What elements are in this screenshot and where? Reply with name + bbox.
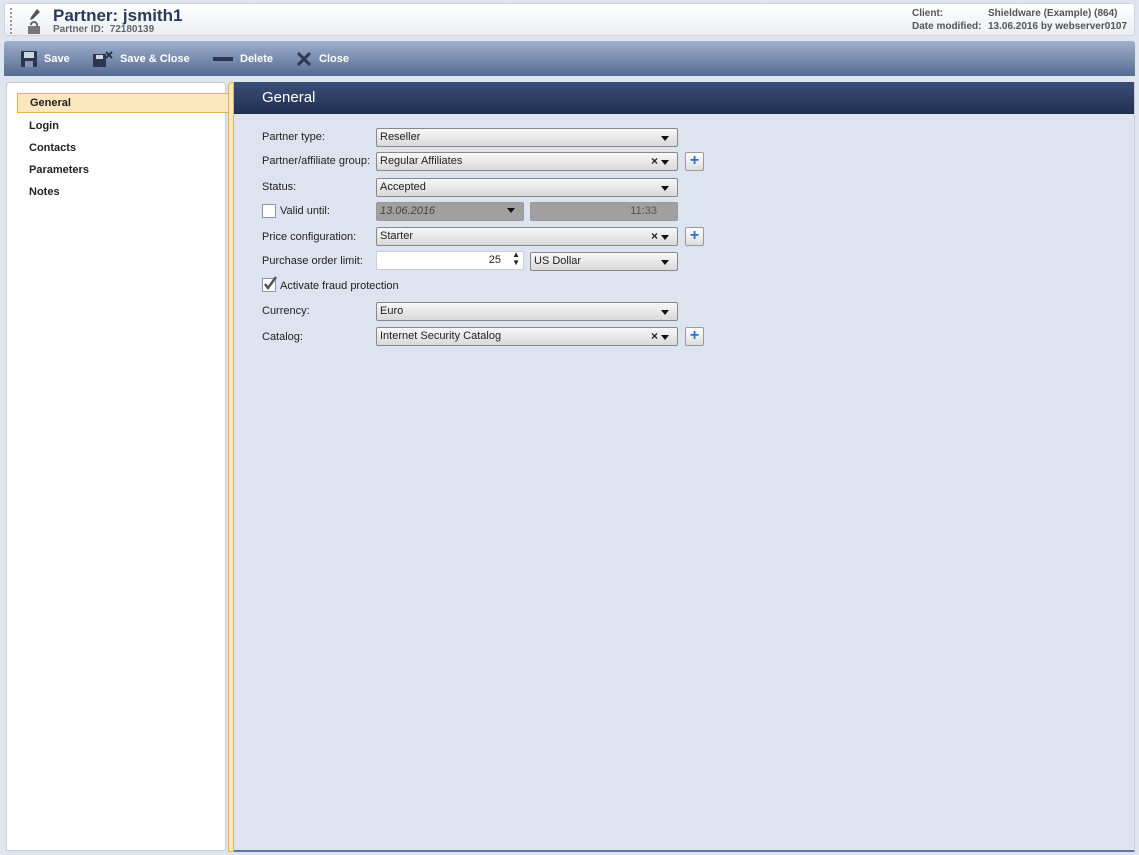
valid-until-label: Valid until: <box>280 205 330 217</box>
valid-until-date[interactable]: 13.06.2016 <box>376 202 524 221</box>
modified-label: Date modified: <box>912 21 982 32</box>
sidebar-item-parameters[interactable]: Parameters <box>17 160 231 180</box>
save-label: Save <box>44 52 70 65</box>
save-icon <box>21 50 37 67</box>
price-config-label: Price configuration: <box>262 231 357 243</box>
close-label: Close <box>319 52 349 65</box>
sidebar-item-notes[interactable]: Notes <box>17 182 231 202</box>
save-close-icon <box>93 50 113 67</box>
save-button[interactable]: Save <box>21 41 70 76</box>
main-panel: General Partner type: Reseller Partner/a… <box>234 82 1135 852</box>
spinner-icon[interactable]: ▲ ▼ <box>512 251 520 267</box>
catalog-select[interactable]: Internet Security Catalog × <box>376 327 678 346</box>
save-close-button[interactable]: Save & Close <box>93 41 190 76</box>
sidebar-item-login[interactable]: Login <box>17 116 231 136</box>
currency-label: Currency: <box>262 305 310 317</box>
partner-type-select[interactable]: Reseller <box>376 128 678 147</box>
add-group-button[interactable]: + <box>685 152 704 171</box>
fraud-protection-checkbox[interactable] <box>262 276 277 292</box>
add-price-config-button[interactable]: + <box>685 227 704 246</box>
modified-value: 13.06.2016 by webserver0107 <box>988 21 1127 32</box>
chevron-down-icon <box>661 335 669 340</box>
chevron-down-icon <box>507 208 515 213</box>
delete-button[interactable]: Delete <box>213 41 273 76</box>
po-limit-input[interactable]: 25 ▲ ▼ <box>376 251 524 270</box>
catalog-label: Catalog: <box>262 331 303 343</box>
chevron-down-icon <box>661 160 669 165</box>
toolbar: Save Save & Close Delete Close <box>4 41 1135 76</box>
status-label: Status: <box>262 181 297 193</box>
clear-icon[interactable]: × <box>651 229 658 243</box>
partner-type-label: Partner type: <box>262 131 325 143</box>
group-label: Partner/affiliate group: <box>262 155 371 167</box>
valid-until-checkbox[interactable] <box>262 204 276 218</box>
close-button[interactable]: Close <box>296 41 349 76</box>
fraud-protection-label: Activate fraud protection <box>280 280 399 292</box>
chevron-down-icon <box>661 136 669 141</box>
save-close-label: Save & Close <box>120 52 190 65</box>
section-title: General <box>234 82 1134 114</box>
chevron-down-icon <box>661 310 669 315</box>
valid-until-date-value: 13.06.2016 <box>380 205 436 217</box>
partner-id-label: Partner ID: <box>53 24 105 35</box>
delete-label: Delete <box>240 52 274 65</box>
catalog-value: Internet Security Catalog <box>380 330 502 342</box>
status-value: Accepted <box>380 181 426 193</box>
page-title: Partner: jsmith1 <box>53 6 183 25</box>
partner-type-value: Reseller <box>380 131 421 143</box>
meta-labels: Client: Date modified: <box>912 7 981 33</box>
sidebar-item-contacts[interactable]: Contacts <box>17 138 231 158</box>
po-limit-label: Purchase order limit: <box>262 255 363 267</box>
edit-lock-icon <box>28 9 40 34</box>
group-select[interactable]: Regular Affiliates × <box>376 152 678 171</box>
add-catalog-button[interactable]: + <box>685 327 704 346</box>
sidebar: General Login Contacts Parameters Notes <box>6 82 231 851</box>
client-label: Client: <box>912 8 944 19</box>
sidebar-item-general[interactable]: General <box>17 93 231 113</box>
meta-values: Shieldware (Example) (864) 13.06.2016 by … <box>988 7 1127 33</box>
partner-id: Partner ID: 72180139 <box>53 24 154 35</box>
po-limit-value: 25 <box>488 254 501 266</box>
partner-id-value: 72180139 <box>109 24 155 35</box>
status-select[interactable]: Accepted <box>376 178 678 197</box>
drag-grip[interactable] <box>10 8 13 34</box>
currency-select[interactable]: Euro <box>376 302 678 321</box>
title-bar: Partner: jsmith1 Partner ID: 72180139 Cl… <box>4 3 1135 36</box>
price-config-value: Starter <box>380 230 414 242</box>
po-currency-value: US Dollar <box>534 255 582 267</box>
group-value: Regular Affiliates <box>380 155 463 167</box>
chevron-down-icon <box>661 235 669 240</box>
delete-icon <box>213 56 233 61</box>
clear-icon[interactable]: × <box>651 154 658 168</box>
price-config-select[interactable]: Starter × <box>376 227 678 246</box>
chevron-down-icon <box>661 260 669 265</box>
currency-value: Euro <box>380 305 404 317</box>
clear-icon[interactable]: × <box>651 329 658 343</box>
valid-until-time[interactable]: 11:33 <box>530 202 678 221</box>
client-value: Shieldware (Example) (864) <box>988 8 1118 19</box>
po-currency-select[interactable]: US Dollar <box>530 252 678 271</box>
valid-until-time-value: 11:33 <box>630 205 657 217</box>
close-icon <box>296 51 312 66</box>
chevron-down-icon <box>661 186 669 191</box>
checkmark-icon <box>264 276 277 290</box>
